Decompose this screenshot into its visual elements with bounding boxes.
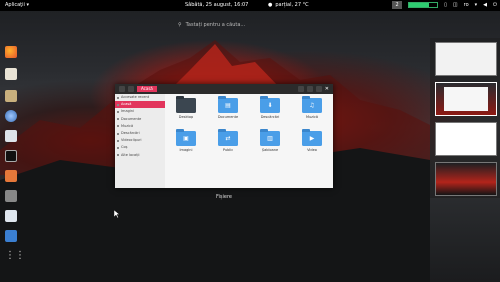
music-folder-icon: ♫ xyxy=(302,96,322,113)
folder-label: Descărcări xyxy=(260,115,280,119)
folder-label: Muzică xyxy=(305,115,319,119)
weather-indicator[interactable]: ● parțial, 27 °C xyxy=(268,2,309,8)
workspace-thumbnail[interactable] xyxy=(435,122,497,156)
top-bar: Aplicaţii ▾ Sâbâtă, 25 august, 16:07 ● p… xyxy=(0,0,500,11)
location-bar[interactable]: Acasă xyxy=(137,86,157,92)
chevron-down-icon[interactable]: ▾ xyxy=(475,1,478,9)
search-button[interactable] xyxy=(297,86,304,92)
folder-label: Documente xyxy=(217,115,239,119)
settings-app-icon[interactable] xyxy=(5,190,17,202)
sidebar-item[interactable]: Alte locații xyxy=(115,152,165,159)
folder-item[interactable]: ▶ Video xyxy=(299,129,325,152)
volume-icon[interactable]: ◀ xyxy=(483,1,487,9)
sidebar-item[interactable]: Accesate recent xyxy=(115,94,165,101)
search-box[interactable]: ⚲ Tastați pentru a căuta... xyxy=(178,20,290,29)
keys-icon[interactable] xyxy=(5,90,17,102)
sidebar-item[interactable]: Videoclipuri xyxy=(115,137,165,144)
templates-folder-icon: ▥ xyxy=(260,129,280,146)
sidebar: Accesate recent Acasă Imagini Documente Muzi… xyxy=(115,94,165,188)
folder-item[interactable]: ▣ Imagini xyxy=(173,129,199,152)
sidebar-item[interactable]: Imagini xyxy=(115,108,165,115)
battery-meter[interactable] xyxy=(408,2,439,8)
folder-item[interactable]: ▥ Șabloane xyxy=(257,129,283,152)
dash: ⋮⋮ xyxy=(0,38,25,268)
folder-label: Video xyxy=(307,148,317,152)
weather-icon: ● xyxy=(268,2,273,8)
pictures-folder-icon: ▣ xyxy=(176,129,196,146)
header-bar: Acasă ✕ xyxy=(115,84,333,94)
folder-item[interactable]: ⬇ Descărcări xyxy=(257,96,283,119)
doc-folder-icon: ▤ xyxy=(218,96,238,113)
store-icon[interactable] xyxy=(5,210,17,222)
mouse-cursor xyxy=(114,210,120,218)
sidebar-item[interactable]: Acasă xyxy=(115,101,165,109)
notification-badge[interactable]: 2 xyxy=(392,1,403,9)
back-button[interactable] xyxy=(119,86,125,92)
activities-button[interactable]: Aplicaţii ▾ xyxy=(5,2,29,8)
workspace-thumbnail[interactable] xyxy=(435,162,497,196)
workspace-thumbnail[interactable] xyxy=(435,42,497,76)
search-input[interactable]: Tastați pentru a căuta... xyxy=(186,22,245,28)
forward-button[interactable] xyxy=(128,86,134,92)
weather-label: parțial, 27 °C xyxy=(275,2,309,8)
settings-icon[interactable]: ▯ xyxy=(444,1,447,9)
firefox-icon[interactable] xyxy=(5,46,17,58)
share-folder-icon: ⇄ xyxy=(218,129,238,146)
file-manager-window[interactable]: Acasă ✕ Accesate recent Acasă Imagini Docum… xyxy=(115,84,333,188)
folder-label: Șabloane xyxy=(261,148,279,152)
folder-item[interactable]: ⇄ Public xyxy=(215,129,241,152)
folder-item[interactable]: ♫ Muzică xyxy=(299,96,325,119)
folder-label: Imagini xyxy=(179,148,193,152)
power-icon[interactable]: ⏻ xyxy=(493,1,497,9)
folder-label: Desktop xyxy=(178,115,194,119)
clock[interactable]: Sâbâtă, 25 august, 16:07 xyxy=(185,2,248,8)
sidebar-item[interactable]: Documente xyxy=(115,116,165,123)
folder-item[interactable]: ▤ Documente xyxy=(215,96,241,119)
close-icon[interactable]: ✕ xyxy=(325,86,329,92)
desktop-folder-icon xyxy=(176,96,196,113)
files-icon[interactable] xyxy=(5,68,17,80)
office-icon[interactable] xyxy=(5,130,17,142)
sidebar-item[interactable]: Coș xyxy=(115,144,165,151)
download-folder-icon: ⬇ xyxy=(260,96,280,113)
folder-label: Public xyxy=(222,148,234,152)
app-grid-icon[interactable]: ⋮⋮ xyxy=(5,250,25,262)
updates-icon[interactable] xyxy=(5,170,17,182)
display-icon[interactable]: ◫ xyxy=(453,1,458,9)
workspace-switcher xyxy=(430,38,500,198)
terminal-icon[interactable] xyxy=(5,150,17,162)
menu-button[interactable] xyxy=(315,86,322,92)
drive-icon[interactable] xyxy=(5,230,17,242)
web-browser-icon[interactable] xyxy=(5,110,17,122)
sidebar-item[interactable]: Descărcări xyxy=(115,130,165,137)
folder-grid: Desktop ▤ Documente ⬇ Descărcări ♫ Muzică ▣ Imag… xyxy=(173,96,329,184)
window-preview xyxy=(444,87,488,111)
keyboard-layout[interactable]: ro xyxy=(464,1,469,9)
video-folder-icon: ▶ xyxy=(302,129,322,146)
window-caption: Fișiere xyxy=(216,194,232,200)
system-tray: 2 ▯ ◫ ro ▾ ◀ ⏻ xyxy=(392,1,497,9)
folder-item[interactable]: Desktop xyxy=(173,96,199,119)
battery-fill xyxy=(409,3,429,7)
sidebar-item[interactable]: Muzică xyxy=(115,123,165,130)
view-button[interactable] xyxy=(306,86,313,92)
workspace-thumbnail[interactable] xyxy=(435,82,497,116)
search-icon: ⚲ xyxy=(178,21,182,28)
